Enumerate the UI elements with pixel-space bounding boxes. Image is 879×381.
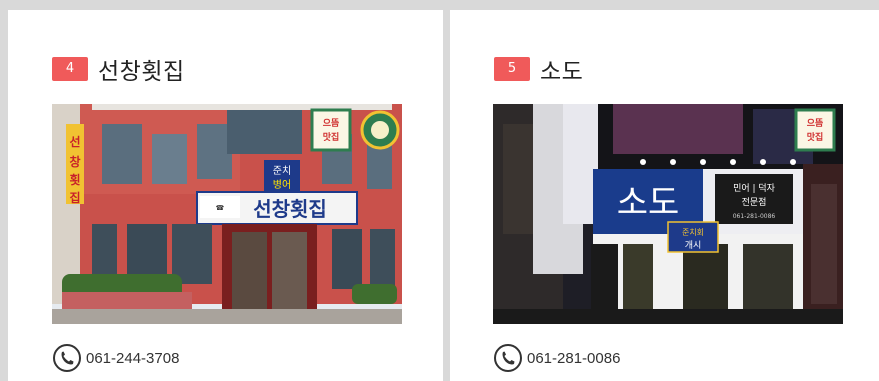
restaurant-photo[interactable]: 선 창 횟 집 준치 병어 선창횟집 ☎ 으뜸 맛집 (52, 104, 402, 324)
phone-row[interactable]: 061-244-3708 (52, 343, 179, 373)
storefront-logo: 소도 (617, 183, 680, 223)
sub-sign-1: 민어 | 덕자 (733, 183, 776, 194)
storefront-image: 소도 민어 | 덕자 전문점 061-281-0086 준치회 개시 으뜸 맛집 (493, 104, 843, 324)
phone-number[interactable]: 061-281-0086 (527, 350, 620, 367)
rank-badge: 5 (494, 57, 530, 81)
sticker-text-1: 으뜸 (807, 118, 824, 129)
side-sign-text-3: 횟 (69, 172, 80, 187)
sticker-text-1: 으뜸 (323, 118, 340, 129)
restaurant-header: 4 선창횟집 (52, 52, 185, 86)
side-sign-text-4: 집 (69, 190, 80, 205)
side-sign-text-2: 창 (69, 154, 80, 169)
special-sign-2: 개시 (685, 240, 702, 251)
main-sign-text: 선창횟집 (253, 197, 327, 221)
special-sign-1: 준치회 (682, 228, 704, 237)
sub-sign-2: 전문점 (742, 196, 767, 208)
storefront-image: 선 창 횟 집 준치 병어 선창횟집 ☎ 으뜸 맛집 (52, 104, 402, 324)
phone-icon (53, 344, 81, 372)
restaurant-card[interactable]: 4 선창횟집 선 창 횟 집 준치 병어 선창횟집 ☎ 으뜸 맛집 061-24… (8, 10, 443, 381)
phone-icon (494, 344, 522, 372)
restaurant-card[interactable]: 5 소도 소도 민어 | 덕자 전문점 061-281-0086 준치회 개시 … (450, 10, 879, 381)
sign-phone-small: ☎ (216, 204, 225, 212)
sticker-text-2: 맛집 (807, 131, 824, 143)
restaurant-name[interactable]: 소도 (540, 52, 583, 86)
phone-row[interactable]: 061-281-0086 (493, 343, 620, 373)
restaurant-photo[interactable]: 소도 민어 | 덕자 전문점 061-281-0086 준치회 개시 으뜸 맛집 (493, 104, 843, 324)
sub-sign-phone: 061-281-0086 (733, 213, 776, 220)
sticker-text-2: 맛집 (323, 131, 340, 143)
small-sign-2: 병어 (273, 179, 291, 191)
restaurant-name[interactable]: 선창횟집 (98, 52, 185, 86)
phone-number[interactable]: 061-244-3708 (86, 350, 179, 367)
restaurant-header: 5 소도 (494, 52, 583, 86)
restaurant-list: 4 선창횟집 선 창 횟 집 준치 병어 선창횟집 ☎ 으뜸 맛집 061-24… (0, 0, 879, 381)
small-sign-1: 준치 (273, 165, 291, 177)
rank-badge: 4 (52, 57, 88, 81)
side-sign-text-1: 선 (69, 134, 80, 149)
